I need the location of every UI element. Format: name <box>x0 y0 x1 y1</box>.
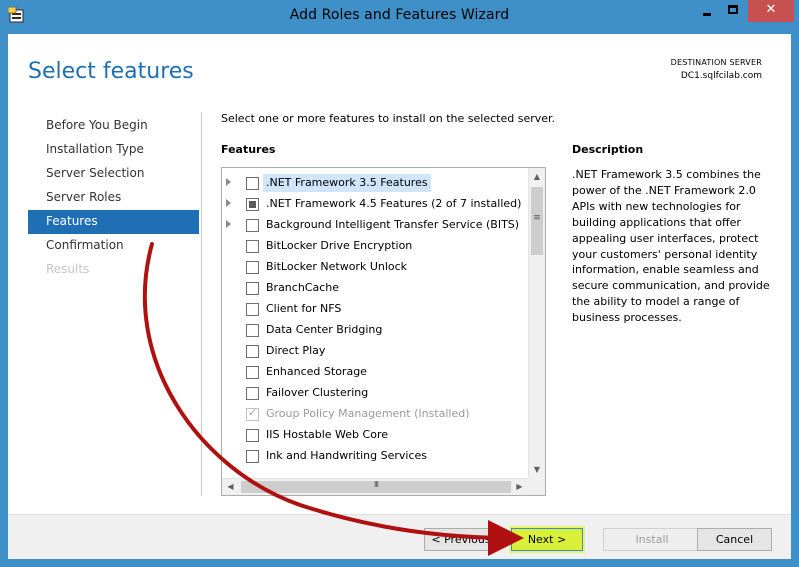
expand-arrow-icon[interactable] <box>226 178 231 186</box>
features-heading: Features <box>221 143 276 156</box>
feature-row[interactable]: .NET Framework 3.5 Features <box>222 173 528 194</box>
grip-icon: III <box>373 480 379 489</box>
feature-checkbox[interactable] <box>246 345 259 358</box>
feature-checkbox[interactable] <box>246 303 259 316</box>
feature-label: Enhanced Storage <box>266 365 367 378</box>
horizontal-scroll-thumb[interactable]: III <box>241 480 511 493</box>
nav-step-confirmation[interactable]: Confirmation <box>28 234 199 258</box>
feature-checkbox <box>246 406 259 421</box>
maximize-icon <box>728 5 738 14</box>
feature-row[interactable]: Client for NFS <box>222 299 528 320</box>
features-list: .NET Framework 3.5 Features .NET Framewor… <box>222 173 528 467</box>
scroll-left-arrow-icon[interactable]: ◀ <box>222 479 239 495</box>
feature-label: .NET Framework 3.5 Features <box>263 174 431 192</box>
feature-row[interactable]: BitLocker Drive Encryption <box>222 236 528 257</box>
nav-divider <box>201 112 202 496</box>
feature-checkbox[interactable] <box>246 261 259 274</box>
close-button[interactable]: ✕ <box>748 0 794 22</box>
scrollbar-corner <box>528 478 545 495</box>
feature-row[interactable]: BitLocker Network Unlock <box>222 257 528 278</box>
expand-arrow-icon[interactable] <box>226 199 231 207</box>
feature-label: Group Policy Management (Installed) <box>266 407 470 420</box>
destination-server-name: DC1.sqlfcilab.com <box>680 71 762 81</box>
previous-button[interactable]: < Previous <box>424 528 498 551</box>
window-title: Add Roles and Features Wizard <box>289 7 510 23</box>
feature-label: IIS Hostable Web Core <box>266 428 388 441</box>
feature-row[interactable]: Direct Play <box>222 341 528 362</box>
install-button: Install <box>603 528 701 551</box>
feature-checkbox[interactable] <box>246 429 259 442</box>
feature-row[interactable]: IIS Hostable Web Core <box>222 425 528 446</box>
feature-checkbox[interactable] <box>246 240 259 253</box>
page-title: Select features <box>28 59 194 84</box>
feature-checkbox[interactable] <box>246 366 259 379</box>
feature-label: Failover Clustering <box>266 386 369 399</box>
feature-label: Client for NFS <box>266 302 342 315</box>
feature-row[interactable]: .NET Framework 4.5 Features (2 of 7 inst… <box>222 194 528 215</box>
nav-step-features[interactable]: Features <box>28 210 199 234</box>
close-icon: ✕ <box>765 2 777 17</box>
feature-checkbox[interactable] <box>246 324 259 337</box>
nav-step-results: Results <box>46 262 90 276</box>
feature-checkbox[interactable] <box>246 177 259 190</box>
minimize-button[interactable] <box>694 0 720 22</box>
vertical-scroll-thumb[interactable]: ≡ <box>531 187 543 255</box>
feature-label: .NET Framework 4.5 Features (2 of 7 inst… <box>266 197 522 210</box>
feature-row[interactable]: Group Policy Management (Installed) <box>222 404 528 425</box>
feature-row[interactable]: Ink and Handwriting Services <box>222 446 528 467</box>
features-tree[interactable]: .NET Framework 3.5 Features .NET Framewor… <box>221 167 546 496</box>
grip-icon: ≡ <box>533 213 541 223</box>
nav-step-server-selection[interactable]: Server Selection <box>28 162 199 186</box>
feature-row[interactable]: Failover Clustering <box>222 383 528 404</box>
description-heading: Description <box>572 143 644 156</box>
cancel-button[interactable]: Cancel <box>697 528 772 551</box>
feature-label: BranchCache <box>266 281 340 294</box>
feature-checkbox[interactable] <box>246 450 259 463</box>
feature-label: Direct Play <box>266 344 326 357</box>
title-bar: Add Roles and Features Wizard ✕ <box>0 0 799 34</box>
feature-checkbox[interactable] <box>246 219 259 232</box>
minimize-icon <box>703 13 711 16</box>
feature-checkbox[interactable] <box>246 198 259 211</box>
feature-label: Data Center Bridging <box>266 323 383 336</box>
feature-label: Ink and Handwriting Services <box>266 449 428 462</box>
horizontal-scrollbar[interactable]: ◀ III ▶ <box>222 478 528 495</box>
expand-arrow-icon[interactable] <box>226 220 231 228</box>
nav-step-installation-type[interactable]: Installation Type <box>28 138 199 162</box>
feature-label: Background Intelligent Transfer Service … <box>266 218 520 231</box>
wizard-steps-nav: Before You Begin Installation Type Serve… <box>28 114 199 282</box>
scroll-down-arrow-icon[interactable]: ▼ <box>529 461 545 478</box>
nav-step-before-you-begin[interactable]: Before You Begin <box>28 114 199 138</box>
instruction-text: Select one or more features to install o… <box>221 112 556 125</box>
feature-row[interactable]: BranchCache <box>222 278 528 299</box>
feature-row[interactable]: Background Intelligent Transfer Service … <box>222 215 528 236</box>
feature-row[interactable]: Enhanced Storage <box>222 362 528 383</box>
feature-label: BitLocker Network Unlock <box>266 260 408 273</box>
feature-checkbox[interactable] <box>246 282 259 295</box>
next-button[interactable]: Next > <box>511 528 583 551</box>
scroll-up-arrow-icon[interactable]: ▲ <box>529 168 545 185</box>
description-text: .NET Framework 3.5 combines the power of… <box>572 168 770 325</box>
feature-checkbox[interactable] <box>246 387 259 400</box>
vertical-scrollbar[interactable]: ▲ ≡ ▼ <box>528 168 545 478</box>
scroll-right-arrow-icon[interactable]: ▶ <box>511 479 528 495</box>
destination-server-label: DESTINATION SERVER <box>670 58 762 67</box>
nav-step-server-roles[interactable]: Server Roles <box>28 186 199 210</box>
feature-row[interactable]: Data Center Bridging <box>222 320 528 341</box>
maximize-button[interactable] <box>720 0 746 22</box>
feature-label: BitLocker Drive Encryption <box>266 239 413 252</box>
